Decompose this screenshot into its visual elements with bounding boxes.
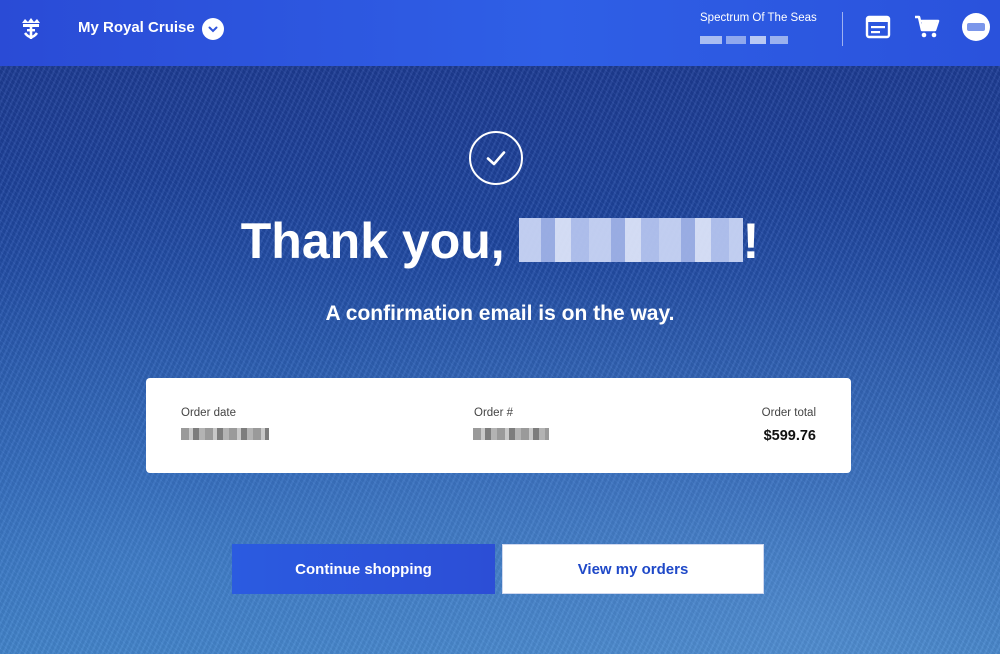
chevron-down-icon[interactable] — [202, 18, 224, 40]
redacted-order-date — [181, 428, 269, 440]
cart-icon[interactable] — [913, 12, 941, 40]
thank-you-suffix: ! — [742, 213, 760, 269]
order-total-value: $599.76 — [763, 428, 816, 444]
checkmark-icon — [469, 131, 523, 185]
confirmation-hero: Thank you, ! A confirmation email is on … — [0, 66, 1000, 654]
avatar-initials-redacted — [967, 23, 985, 31]
header-divider — [842, 12, 843, 46]
redacted-sailing-dates — [700, 32, 788, 44]
redacted-order-number — [473, 428, 549, 440]
thank-you-prefix: Thank you, — [240, 213, 519, 269]
avatar[interactable] — [962, 13, 990, 41]
calendar-icon[interactable] — [864, 12, 892, 40]
thank-you-heading: Thank you, ! — [0, 212, 1000, 270]
confirmation-subtitle: A confirmation email is on the way. — [325, 302, 675, 325]
top-nav: My Royal Cruise Spectrum Of The Seas — [0, 0, 1000, 66]
order-total-label: Order total — [761, 407, 816, 419]
view-my-orders-button[interactable]: View my orders — [502, 544, 764, 594]
order-date-label: Order date — [181, 407, 236, 419]
continue-shopping-button[interactable]: Continue shopping — [232, 544, 495, 594]
order-summary-card: Order date Order # Order total $599.76 — [146, 378, 851, 473]
order-number-label: Order # — [474, 407, 513, 419]
royal-crown-anchor-icon[interactable] — [16, 14, 46, 44]
brand-title[interactable]: My Royal Cruise — [78, 19, 195, 36]
redacted-customer-name — [518, 218, 743, 262]
ship-name: Spectrum Of The Seas — [700, 12, 817, 24]
